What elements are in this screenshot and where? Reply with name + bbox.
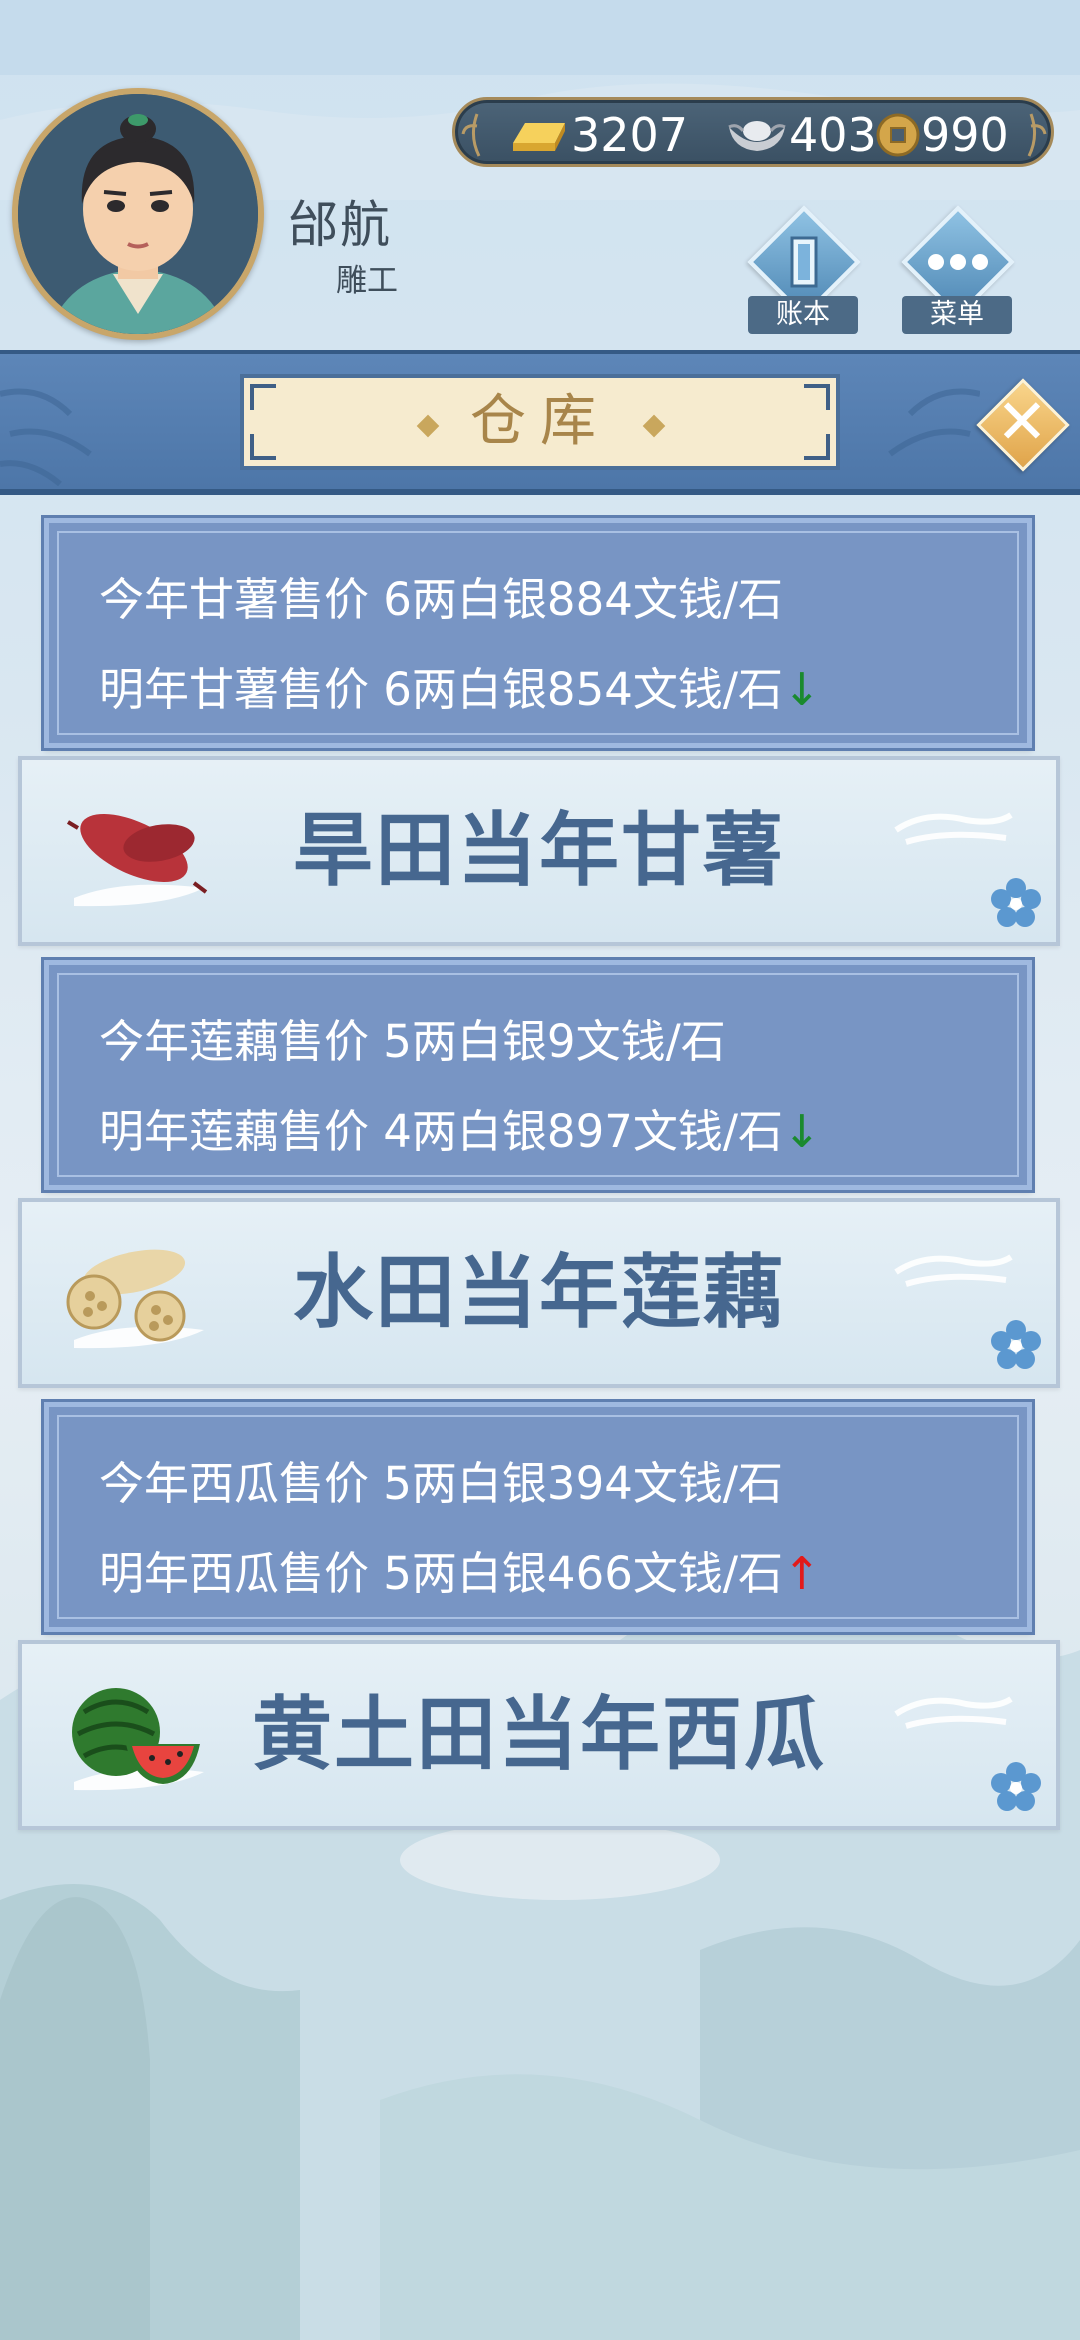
next-year-price: 明年西瓜售价 5两白银466文钱/石↑ (99, 1537, 821, 1602)
panel-title: 仓库 (470, 389, 610, 454)
flower-icon (991, 878, 1041, 927)
bamboo-leaf-icon (1027, 113, 1047, 157)
crop-card-lotus-root[interactable]: 水田当年莲藕 (18, 1198, 1060, 1388)
crop-card-watermelon[interactable]: 黄土田当年西瓜 (18, 1640, 1060, 1830)
bamboo-decoration-icon (888, 388, 980, 457)
next-year-price-text: 明年甘薯售价 6两白银854文钱/石 (99, 663, 783, 716)
character-portrait (18, 94, 258, 334)
copper-coin-icon (876, 113, 920, 157)
close-icon: ✕ (996, 385, 1048, 458)
price-panel-watermelon: 今年西瓜售价 5两白银394文钱/石 明年西瓜售价 5两白银466文钱/石↑ (44, 1402, 1032, 1632)
panel-title-box: 仓库 (240, 374, 840, 470)
crop-card-label: 水田当年莲藕 (293, 1246, 785, 1339)
menu-button[interactable]: 菜单 (898, 205, 1016, 336)
trend-down-icon: ↓ (783, 663, 821, 716)
trend-up-icon: ↑ (783, 1547, 821, 1600)
coin-amount: 990 (921, 108, 1009, 162)
gold-bar-icon (513, 123, 565, 151)
more-dots-icon (928, 254, 988, 270)
flower-icon (991, 1762, 1041, 1811)
flower-icon (991, 1320, 1041, 1369)
coin-currency: 990 (875, 106, 1009, 164)
ledger-button[interactable]: 账本 (744, 205, 862, 336)
player-title: 雕工 (336, 263, 398, 299)
gold-currency: 3207 (507, 106, 688, 164)
price-panel-lotus-root: 今年莲藕售价 5两白银9文钱/石 明年莲藕售价 4两白银897文钱/石↓ (44, 960, 1032, 1190)
silver-currency: 403 (725, 106, 877, 164)
next-year-price-text: 明年莲藕售价 4两白银897文钱/石 (99, 1105, 783, 1158)
book-icon (790, 236, 818, 288)
crop-card-label: 黄土田当年西瓜 (252, 1688, 826, 1781)
silver-ingot-icon (728, 121, 786, 151)
currency-bar: 3207 403 990 (452, 97, 1054, 167)
ledger-label: 账本 (748, 296, 858, 334)
gold-amount: 3207 (571, 108, 689, 162)
bamboo-decoration-icon (0, 388, 92, 487)
this-year-price: 今年甘薯售价 6两白银884文钱/石 (99, 573, 783, 626)
menu-label: 菜单 (902, 296, 1012, 334)
this-year-price: 今年莲藕售价 5两白银9文钱/石 (99, 1015, 726, 1068)
next-year-price-text: 明年西瓜售价 5两白银466文钱/石 (99, 1547, 783, 1600)
price-panel-sweet-potato: 今年甘薯售价 6两白银884文钱/石 明年甘薯售价 6两白银854文钱/石↓ (44, 518, 1032, 748)
close-button[interactable]: ✕ (976, 378, 1070, 472)
this-year-price: 今年西瓜售价 5两白银394文钱/石 (99, 1457, 783, 1510)
player-name: 邰航 (288, 196, 392, 254)
bamboo-leaf-icon (461, 113, 481, 157)
silver-amount: 403 (789, 108, 877, 162)
next-year-price: 明年甘薯售价 6两白银854文钱/石↓ (99, 653, 821, 718)
player-avatar[interactable] (12, 88, 264, 340)
crop-card-sweet-potato[interactable]: 旱田当年甘薯 (18, 756, 1060, 946)
next-year-price: 明年莲藕售价 4两白银897文钱/石↓ (99, 1095, 821, 1160)
trend-down-icon: ↓ (783, 1105, 821, 1158)
crop-card-label: 旱田当年甘薯 (293, 804, 785, 897)
